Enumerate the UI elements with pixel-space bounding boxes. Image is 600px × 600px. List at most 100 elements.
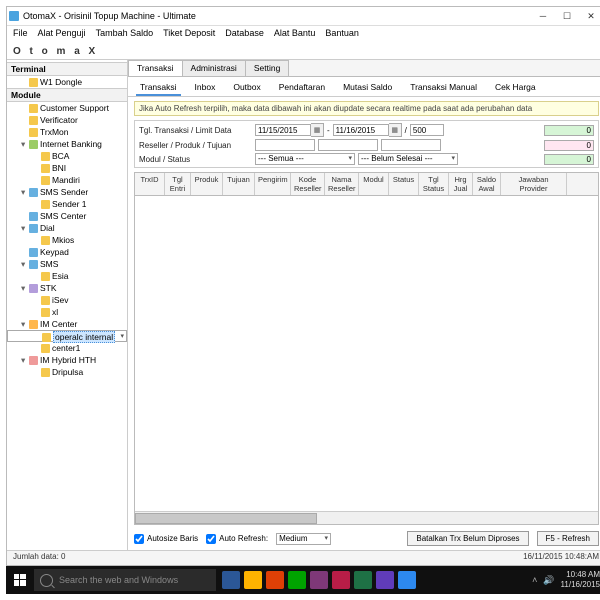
refresh-interval-select[interactable]: Medium <box>276 533 331 545</box>
subtab-inbox[interactable]: Inbox <box>191 80 220 96</box>
counter-2: 0 <box>544 140 594 151</box>
taskbar-app-icon[interactable] <box>244 571 262 589</box>
taskbar-search[interactable]: Search the web and Windows <box>34 569 216 591</box>
inner-tabs: Transaksi Inbox Outbox Pendaftaran Mutasi Sa… <box>128 77 600 97</box>
tree-item[interactable]: BNI <box>7 162 127 174</box>
minimize-button[interactable]: ─ <box>531 9 555 23</box>
taskbar-app-icon[interactable] <box>266 571 284 589</box>
cancel-trx-button[interactable]: Batalkan Trx Belum Diproses <box>407 531 528 546</box>
column-header[interactable]: Modul <box>359 173 389 195</box>
tree-item[interactable]: Mandiri <box>7 174 127 186</box>
start-button[interactable] <box>6 566 34 594</box>
counter-3: 0 <box>544 154 594 165</box>
subtab-mutasi-saldo[interactable]: Mutasi Saldo <box>339 80 396 96</box>
tree-item[interactable]: Esia <box>7 270 127 282</box>
menu-database[interactable]: Database <box>225 28 264 42</box>
folder-icon <box>41 368 50 377</box>
column-header[interactable]: Nama Reseller <box>325 173 359 195</box>
tree-item[interactable]: W1 Dongle <box>7 76 127 88</box>
taskbar-app-icon[interactable] <box>310 571 328 589</box>
menu-file[interactable]: File <box>13 28 28 42</box>
taskbar-clock[interactable]: 10:48 AM11/16/2015 <box>561 570 600 590</box>
info-note: Jika Auto Refresh terpilih, maka data di… <box>134 101 599 116</box>
menu-tiket-deposit[interactable]: Tiket Deposit <box>163 28 215 42</box>
tree-item[interactable]: xl <box>7 306 127 318</box>
tree-item[interactable]: Verificator <box>7 114 127 126</box>
modul-select[interactable]: --- Semua --- <box>255 153 355 165</box>
tree-item[interactable]: ▾IM Center <box>7 318 127 330</box>
column-header[interactable]: Status <box>389 173 419 195</box>
autorefresh-checkbox[interactable]: Auto Refresh: <box>206 534 268 544</box>
menu-bantuan[interactable]: Bantuan <box>325 28 359 42</box>
maximize-button[interactable]: ☐ <box>555 9 579 23</box>
refresh-button[interactable]: F5 - Refresh <box>537 531 599 546</box>
limit-input[interactable] <box>410 124 444 136</box>
taskbar-app-icon[interactable] <box>222 571 240 589</box>
date-to-input[interactable] <box>333 124 389 136</box>
tree-item[interactable]: Customer Support <box>7 102 127 114</box>
menu-alat-bantu[interactable]: Alat Bantu <box>274 28 316 42</box>
tree-item[interactable]: Mkios <box>7 234 127 246</box>
tree-item[interactable]: ▾Dial <box>7 222 127 234</box>
tree-item[interactable]: SMS Center <box>7 210 127 222</box>
taskbar-app-icon[interactable] <box>332 571 350 589</box>
reseller-input[interactable] <box>255 139 315 151</box>
menu-alat-penguji[interactable]: Alat Penguji <box>38 28 86 42</box>
sidebar-tree[interactable]: Terminal W1 Dongle Module Customer Suppo… <box>7 60 128 550</box>
subtab-cek-harga[interactable]: Cek Harga <box>491 80 540 96</box>
taskbar-app-icon[interactable] <box>288 571 306 589</box>
calendar-icon[interactable]: ▦ <box>311 123 324 137</box>
folder-icon <box>29 356 38 365</box>
date-label: Tgl. Transaksi / Limit Data <box>139 126 249 135</box>
tree-item[interactable]: ▾STK <box>7 282 127 294</box>
tree-item[interactable]: iSev <box>7 294 127 306</box>
subtab-transaksi[interactable]: Transaksi <box>136 80 181 96</box>
horizontal-scrollbar[interactable] <box>135 511 598 524</box>
autosize-checkbox[interactable]: Autosize Baris <box>134 534 198 544</box>
tree-item[interactable]: center1 <box>7 342 127 354</box>
tree-item[interactable]: Sender 1 <box>7 198 127 210</box>
taskbar-app-icon[interactable] <box>398 571 416 589</box>
subtab-pendaftaran[interactable]: Pendaftaran <box>275 80 329 96</box>
taskbar-app-icon[interactable] <box>376 571 394 589</box>
tree-item[interactable]: BCA <box>7 150 127 162</box>
date-from-input[interactable] <box>255 124 311 136</box>
status-select[interactable]: --- Belum Selesai --- <box>358 153 458 165</box>
calendar-icon[interactable]: ▦ <box>389 123 402 137</box>
taskbar-app-icon[interactable] <box>354 571 372 589</box>
column-header[interactable]: Jawaban Provider <box>501 173 567 195</box>
subtab-outbox[interactable]: Outbox <box>229 80 264 96</box>
modul-label: Modul / Status <box>139 155 249 164</box>
tree-item[interactable]: operalc internal <box>7 330 127 342</box>
column-header[interactable]: Tgl Entri <box>165 173 191 195</box>
tab-transaksi[interactable]: Transaksi <box>128 60 183 76</box>
column-header[interactable]: Saldo Awal <box>473 173 501 195</box>
tree-item[interactable]: ▾Internet Banking <box>7 138 127 150</box>
tree-item[interactable]: Dripulsa <box>7 366 127 378</box>
column-header[interactable]: Produk <box>191 173 223 195</box>
tree-item[interactable]: TrxMon <box>7 126 127 138</box>
folder-icon <box>41 164 50 173</box>
chevron-up-icon[interactable]: ˄ <box>532 575 537 585</box>
column-header[interactable]: Tujuan <box>223 173 255 195</box>
folder-icon <box>41 344 50 353</box>
tree-item[interactable]: ▾IM Hybrid HTH <box>7 354 127 366</box>
tujuan-input[interactable] <box>381 139 441 151</box>
tab-setting[interactable]: Setting <box>245 60 289 76</box>
tree-item[interactable]: Keypad <box>7 246 127 258</box>
tab-administrasi[interactable]: Administrasi <box>182 60 246 76</box>
folder-icon <box>41 296 50 305</box>
menu-tambah-saldo[interactable]: Tambah Saldo <box>96 28 154 42</box>
subtab-transaksi-manual[interactable]: Transaksi Manual <box>406 80 481 96</box>
column-header[interactable]: TrxID <box>135 173 165 195</box>
tree-item[interactable]: ▾SMS Sender <box>7 186 127 198</box>
column-header[interactable]: Tgl Status <box>419 173 449 195</box>
column-header[interactable]: Hrg Jual <box>449 173 473 195</box>
volume-icon[interactable]: 🔊 <box>543 575 554 586</box>
tree-item[interactable]: ▾SMS <box>7 258 127 270</box>
close-button[interactable]: ✕ <box>579 9 600 23</box>
folder-icon <box>29 212 38 221</box>
column-header[interactable]: Pengirim <box>255 173 291 195</box>
column-header[interactable]: Kode Reseller <box>291 173 325 195</box>
produk-input[interactable] <box>318 139 378 151</box>
